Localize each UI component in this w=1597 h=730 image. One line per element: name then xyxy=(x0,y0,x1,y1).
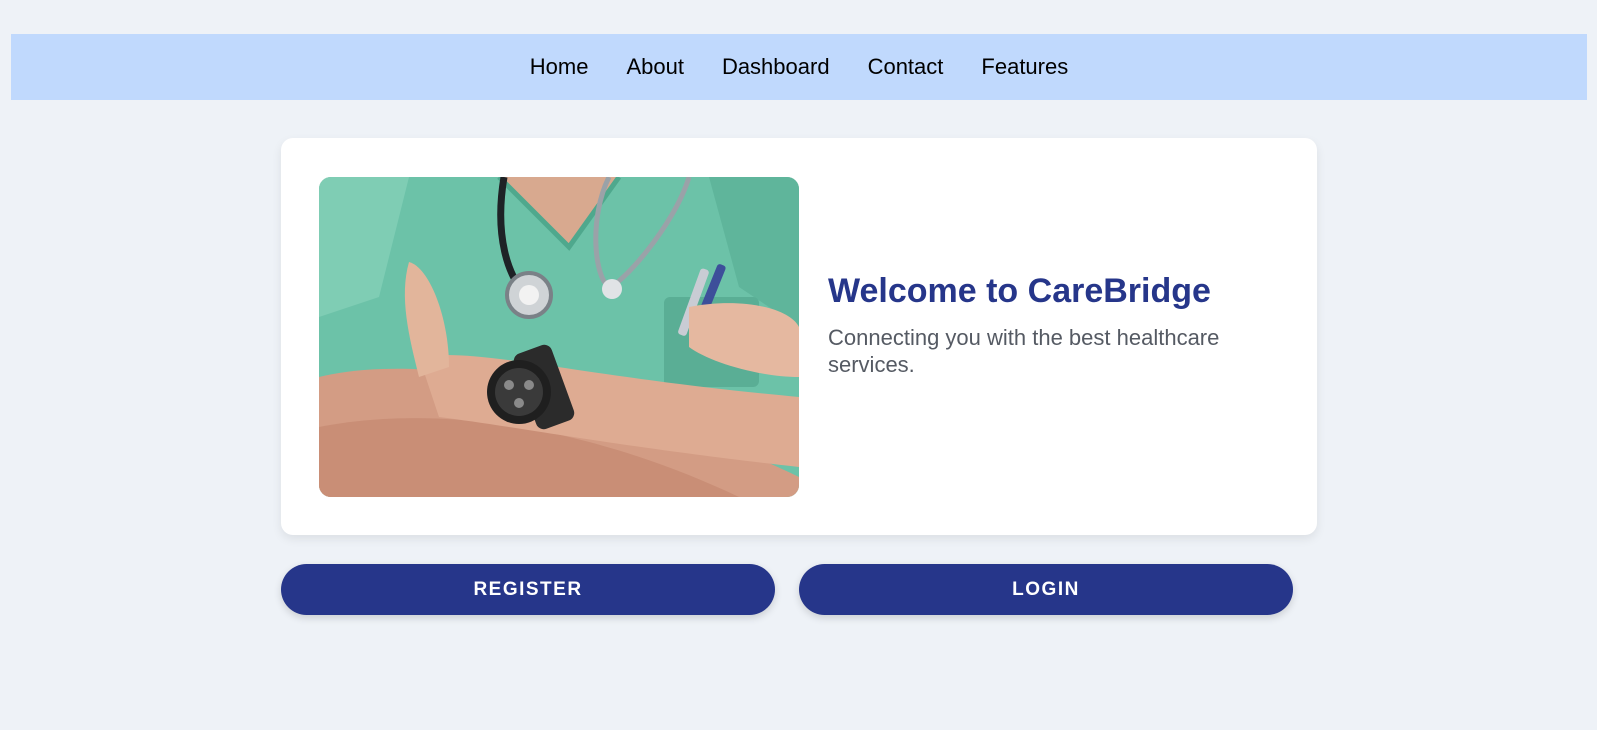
doctor-photo xyxy=(319,177,799,497)
hero-title: Welcome to CareBridge xyxy=(828,272,1211,310)
nav-link-about[interactable]: About xyxy=(626,34,684,100)
nav-link-home[interactable]: Home xyxy=(530,34,589,100)
nav-link-contact[interactable]: Contact xyxy=(868,34,944,100)
doctor-illustration xyxy=(319,177,799,497)
nav-link-dashboard[interactable]: Dashboard xyxy=(722,34,830,100)
hero-subtitle: Connecting you with the best healthcare … xyxy=(828,325,1220,377)
top-navbar: Home About Dashboard Contact Features xyxy=(11,34,1587,100)
register-button[interactable]: REGISTER xyxy=(281,564,775,615)
hero-text: Welcome to CareBridge Connecting you wit… xyxy=(828,271,1268,378)
hero-card: Welcome to CareBridge Connecting you wit… xyxy=(281,138,1317,535)
login-button[interactable]: LOGIN xyxy=(799,564,1293,615)
nav-link-features[interactable]: Features xyxy=(981,34,1068,100)
